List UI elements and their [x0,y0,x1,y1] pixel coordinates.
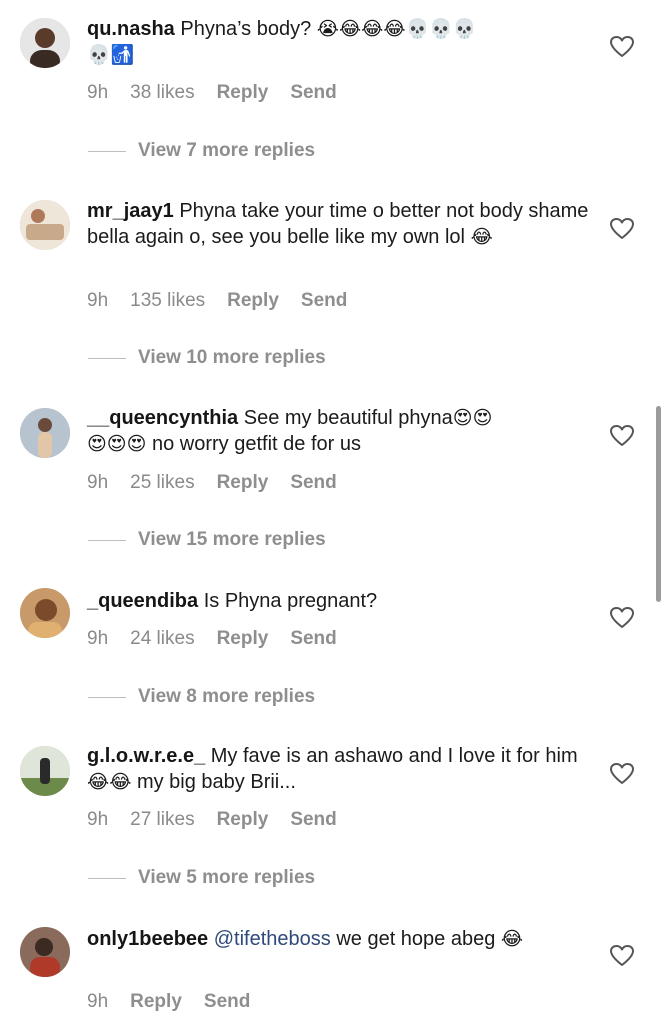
reply-button[interactable]: Reply [217,82,269,103]
view-more-label: View 15 more replies [138,529,326,550]
send-button[interactable]: Send [290,472,336,493]
emoji-group: 💀🚮 [87,44,135,66]
likes-count[interactable]: 135 likes [130,290,205,311]
comment-body: See my beautiful phyna [243,407,453,429]
comment-text: __queencynthia See my beautiful phyna😍😍 … [87,405,592,457]
like-heart-icon[interactable] [609,217,635,241]
comment-body: we get hope abeg [336,928,496,950]
comment-text: _queendiba Is Phyna pregnant? [87,588,592,614]
emoji-group: 😍😍 [452,407,493,429]
like-heart-icon[interactable] [609,762,635,786]
like-heart-icon[interactable] [609,944,635,968]
username[interactable]: _queendiba [87,590,198,612]
mention-link[interactable]: @tifetheboss [214,928,331,950]
view-more-replies[interactable]: View 8 more replies [88,686,315,708]
divider-line [88,877,126,879]
view-more-label: View 8 more replies [138,686,316,707]
divider-line [88,150,126,152]
view-more-replies[interactable]: View 5 more replies [88,867,315,889]
username[interactable]: qu.nasha [87,18,175,40]
likes-count[interactable]: 38 likes [130,82,194,103]
timestamp: 9h [87,628,109,649]
username[interactable]: mr_jaay1 [87,200,174,222]
send-button[interactable]: Send [290,82,336,103]
comment-body: Is Phyna pregnant? [203,590,378,612]
divider-line [88,539,126,541]
view-more-replies[interactable]: View 10 more replies [88,347,326,369]
reply-button[interactable]: Reply [217,628,269,649]
comment-text: only1beebee @tifetheboss we get hope abe… [87,926,592,952]
send-button[interactable]: Send [290,809,336,830]
divider-line [88,696,126,698]
comment-text: mr_jaay1 Phyna take your time o better n… [87,198,592,250]
scrollbar[interactable] [656,406,661,602]
comment-meta: 9h Reply Send [87,991,272,1013]
reply-button[interactable]: Reply [217,809,269,830]
like-heart-icon[interactable] [609,424,635,448]
like-heart-icon[interactable] [609,606,635,630]
divider-line [88,357,126,359]
emoji-group: 😂😂 [87,771,132,793]
emoji-group: 😭😂😂😂💀💀💀 [316,18,477,40]
reply-button[interactable]: Reply [217,472,269,493]
like-heart-icon[interactable] [609,35,635,59]
view-more-replies[interactable]: View 15 more replies [88,529,326,551]
comment-meta: 9h 27 likes Reply Send [87,809,359,831]
comment-text: g.l.o.w.r.e.e_ My fave is an ashawo and … [87,743,592,795]
reply-button[interactable]: Reply [227,290,279,311]
avatar[interactable] [20,200,70,250]
timestamp: 9h [87,82,109,103]
timestamp: 9h [87,472,109,493]
view-more-replies[interactable]: View 7 more replies [88,140,315,162]
avatar[interactable] [20,927,70,977]
emoji-group: 😂 [500,928,524,950]
username[interactable]: only1beebee [87,928,208,950]
view-more-label: View 7 more replies [138,140,316,161]
username[interactable]: g.l.o.w.r.e.e_ [87,745,205,767]
avatar[interactable] [20,746,70,796]
send-button[interactable]: Send [301,290,347,311]
comment-body: My fave is an ashawo and I love it for h… [210,745,578,767]
likes-count[interactable]: 27 likes [130,809,194,830]
comment-meta: 9h 38 likes Reply Send [87,82,359,104]
likes-count[interactable]: 24 likes [130,628,194,649]
username[interactable]: __queencynthia [87,407,238,429]
send-button[interactable]: Send [290,628,336,649]
comment-meta: 9h 135 likes Reply Send [87,290,369,312]
send-button[interactable]: Send [204,991,250,1012]
view-more-label: View 5 more replies [138,867,316,888]
view-more-label: View 10 more replies [138,347,326,368]
timestamp: 9h [87,991,109,1012]
avatar[interactable] [20,408,70,458]
comment-meta: 9h 24 likes Reply Send [87,628,359,650]
timestamp: 9h [87,809,109,830]
comment-body: my big baby Brii... [136,771,296,793]
comment-meta: 9h 25 likes Reply Send [87,472,359,494]
comment-body: Phyna’s body? [180,18,312,40]
likes-count[interactable]: 25 likes [130,472,194,493]
comment-body: no worry getfit de for us [151,433,361,455]
timestamp: 9h [87,290,109,311]
comment-text: qu.nasha Phyna’s body? 😭😂😂😂💀💀💀 💀🚮 [87,16,592,68]
reply-button[interactable]: Reply [130,991,182,1012]
emoji-group: 😍😍😍 [87,433,147,455]
avatar[interactable] [20,588,70,638]
avatar[interactable] [20,18,70,68]
emoji-group: 😂 [470,226,493,248]
